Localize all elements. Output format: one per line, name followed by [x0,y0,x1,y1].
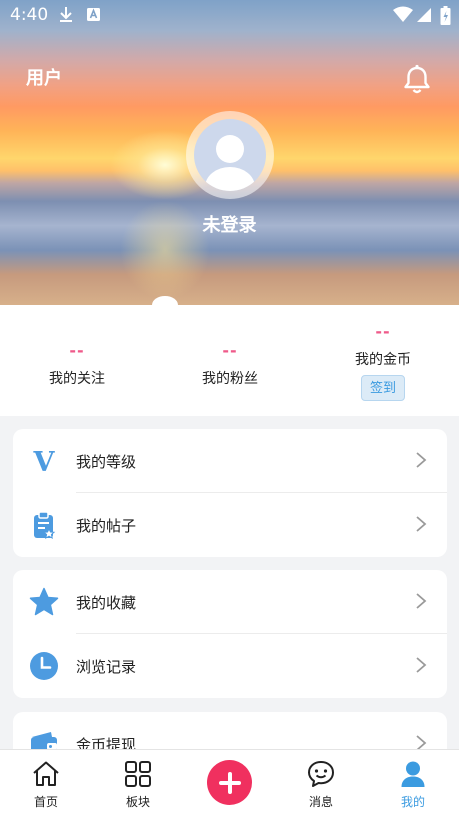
menu-item-favorites[interactable]: 我的收藏 [13,570,447,634]
chevron-right-icon [416,593,427,609]
menu-item-label: 我的收藏 [76,594,137,612]
menu-item-history[interactable]: 浏览记录 [13,634,447,698]
status-time: 4:40 [10,5,49,25]
menu-item-label: 我的等级 [76,453,137,471]
login-status-label[interactable]: 未登录 [0,211,459,237]
tab-home[interactable]: 首页 [0,750,92,816]
tab-label: 我的 [400,795,425,809]
stat-coins[interactable]: -- 我的金币 签到 [323,322,443,401]
svg-text:V: V [33,447,56,476]
stat-label: 我的关注 [49,371,105,387]
stat-label: 我的金币 [355,352,411,368]
chevron-right-icon [416,452,427,468]
status-bar: 4:40 [0,0,459,30]
app-notification-icon [87,8,100,21]
menu-item-level[interactable]: V 我的等级 [13,429,447,493]
menu-card-2: 我的收藏 浏览记录 [13,570,447,698]
bottom-tab-bar: 首页 板块 消息 我的 [0,749,459,816]
menu-card-1: V 我的等级 我的帖子 [13,429,447,557]
default-avatar-icon [194,119,266,191]
star-icon [29,587,59,616]
tab-messages[interactable]: 消息 [275,750,367,816]
menu-item-label: 我的帖子 [76,517,137,535]
stat-value: -- [69,341,85,360]
person-icon [401,761,425,787]
stat-following[interactable]: -- 我的关注 [17,341,137,388]
chevron-right-icon [416,657,427,673]
stat-fans[interactable]: -- 我的粉丝 [170,341,290,388]
grid-icon [125,761,151,787]
signal-icon [417,8,431,22]
wifi-icon [393,6,413,22]
plus-icon [218,771,241,794]
bell-icon[interactable] [400,63,434,97]
clipboard-icon [34,511,56,539]
level-v-icon: V [33,447,56,476]
tab-profile[interactable]: 我的 [367,750,459,816]
chevron-right-icon [416,516,427,532]
page-title: 用户 [26,68,62,89]
stat-value: -- [222,341,238,360]
tab-label: 板块 [125,795,150,809]
avatar[interactable] [186,111,274,199]
tab-label: 首页 [33,795,58,809]
message-icon [308,761,334,787]
tab-label: 消息 [308,795,333,809]
home-icon [33,761,59,786]
tab-boards[interactable]: 板块 [92,750,184,816]
stats-panel: -- 我的关注 -- 我的粉丝 -- 我的金币 签到 [0,305,459,416]
create-post-button[interactable] [207,760,252,805]
download-icon [60,7,72,22]
menu-item-label: 浏览记录 [76,658,137,676]
battery-icon [440,6,451,25]
stat-value: -- [375,322,391,341]
stat-label: 我的粉丝 [202,371,258,387]
check-in-button[interactable]: 签到 [361,375,405,401]
clock-icon [30,652,58,680]
menu-item-posts[interactable]: 我的帖子 [13,493,447,557]
